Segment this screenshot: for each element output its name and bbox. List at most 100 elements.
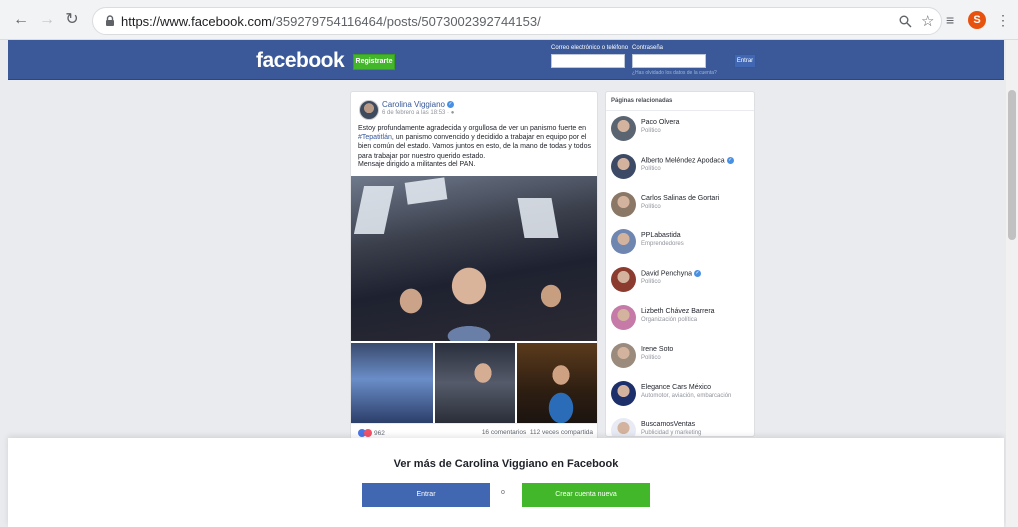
author-avatar[interactable] <box>359 100 379 120</box>
zoom-icon[interactable] <box>899 15 912 28</box>
related-page-avatar[interactable] <box>611 342 636 368</box>
register-button[interactable]: Registrarte <box>353 54 395 70</box>
related-page-name-text[interactable]: Lizbeth Chávez Barrera <box>641 308 715 315</box>
shares-count[interactable]: 112 veces compartida <box>530 429 593 436</box>
related-pages-title: Páginas relacionadas <box>611 98 673 104</box>
related-page-name[interactable]: Elegance Cars México <box>641 384 711 391</box>
reload-icon[interactable]: ↻ <box>63 11 81 29</box>
related-page-category: Político <box>641 165 661 172</box>
related-page-avatar[interactable] <box>611 191 636 217</box>
related-page-name[interactable]: Lizbeth Chávez Barrera <box>641 308 715 315</box>
comments-count[interactable]: 16 comentarios <box>482 429 526 436</box>
related-page-name-text[interactable]: David Penchyna <box>641 271 692 278</box>
back-icon[interactable]: ← <box>12 11 30 29</box>
related-page-name[interactable]: Carlos Salinas de Gortari <box>641 195 719 202</box>
related-page-name-text[interactable]: Elegance Cars México <box>641 384 711 391</box>
related-page-name[interactable]: Paco Olvera <box>641 119 680 126</box>
related-page-item[interactable]: Irene Soto Político <box>611 342 751 373</box>
author-name[interactable]: Carolina Viggiano <box>382 100 445 109</box>
related-page-avatar[interactable] <box>611 267 636 293</box>
overlay-title: Ver más de Carolina Viggiano en Facebook <box>393 458 619 470</box>
email-field[interactable] <box>551 54 625 68</box>
related-page-name[interactable]: PPLabastida <box>641 232 681 239</box>
profile-avatar[interactable]: S <box>968 11 986 29</box>
star-icon[interactable]: ☆ <box>921 12 934 30</box>
related-page-name[interactable]: Irene Soto <box>641 346 673 353</box>
browser-toolbar: ← → ↻ https://www.facebook.com/359279754… <box>0 0 1018 40</box>
related-page-category: Automotor, aviación, embarcación <box>641 392 732 399</box>
related-page-item[interactable]: Lizbeth Chávez Barrera Organización polít… <box>611 305 751 335</box>
related-page-avatar[interactable] <box>611 305 636 330</box>
related-page-item[interactable]: Carlos Salinas de Gortari Político <box>611 191 751 222</box>
post-photo-3[interactable] <box>435 343 515 423</box>
reactions[interactable]: 962 <box>358 429 385 437</box>
address-bar[interactable]: https://www.facebook.com/359279754116464… <box>92 7 942 35</box>
verified-badge-icon: ✓ <box>693 270 701 278</box>
post-author[interactable]: Carolina Viggiano ✓ <box>382 100 455 109</box>
reactions-count: 962 <box>374 429 385 437</box>
related-page-item[interactable]: David Penchyna ✓ Político <box>611 267 751 297</box>
post-text-1: Estoy profundamente agradecida y orgullo… <box>358 125 587 132</box>
photo-flag-shape <box>353 186 395 234</box>
facebook-logo[interactable]: facebook <box>256 49 345 73</box>
related-page-avatar[interactable] <box>611 418 636 436</box>
related-page-item[interactable]: Paco Olvera Político <box>611 116 751 146</box>
facebook-header: facebook Registrarte Correo electrónico … <box>8 40 1004 80</box>
login-button[interactable]: Entrar <box>734 54 756 68</box>
related-page-name[interactable]: BuscamosVentas <box>641 421 695 428</box>
related-page-category: Publicidad y marketing <box>641 430 702 437</box>
love-reaction-icon <box>364 429 372 437</box>
related-page-item[interactable]: BuscamosVentas Publicidad y marketing <box>611 418 751 437</box>
related-page-item[interactable]: PPLabastida Emprendedores <box>611 229 751 259</box>
post-body: Estoy profundamente agradecida y orgullo… <box>358 124 593 161</box>
related-page-category: Organización política <box>641 317 698 323</box>
lock-icon <box>106 15 114 26</box>
related-pages-panel: Páginas relacionadas Paco Olvera Político… <box>605 91 755 437</box>
more-menu-icon[interactable]: ⋮ <box>996 12 1010 28</box>
email-label: Correo electrónico o teléfono <box>551 45 629 51</box>
overlay-login-button[interactable]: Entrar <box>362 483 490 507</box>
related-page-avatar[interactable] <box>611 380 636 406</box>
create-account-button[interactable]: Crear cuenta nueva <box>522 483 650 507</box>
overlay-or-text: o <box>501 489 505 496</box>
related-page-category: Emprendedores <box>641 241 684 248</box>
related-page-category: Político <box>641 128 661 134</box>
related-page-avatar[interactable] <box>611 116 636 141</box>
photo-flag-shape <box>517 198 559 238</box>
related-page-name[interactable]: Alberto Meléndez Apodaca ✓ <box>641 156 734 164</box>
post-photo-2[interactable] <box>351 343 433 423</box>
url-path: /359279754116464/posts/5073002392744153/ <box>272 14 541 29</box>
related-page-name-text[interactable]: Alberto Meléndez Apodaca <box>641 157 725 164</box>
related-page-name-text[interactable]: Paco Olvera <box>641 119 680 126</box>
related-page-avatar[interactable] <box>611 229 636 255</box>
verified-badge-icon: ✓ <box>447 101 455 109</box>
media-playlist-icon[interactable]: ≡ <box>946 12 954 28</box>
password-label: Contraseña <box>632 45 664 51</box>
related-page-name-text[interactable]: PPLabastida <box>641 232 681 239</box>
related-page-name[interactable]: David Penchyna ✓ <box>641 270 701 278</box>
related-page-category: Político <box>641 354 661 361</box>
related-page-category: Político <box>641 279 661 286</box>
forward-icon[interactable]: → <box>38 11 56 29</box>
related-page-name-text[interactable]: BuscamosVentas <box>641 421 695 428</box>
related-page-item[interactable]: Alberto Meléndez Apodaca ✓ Político <box>611 153 751 184</box>
divider <box>606 110 754 111</box>
verified-badge-icon: ✓ <box>726 156 734 164</box>
post-photo-4[interactable] <box>517 343 597 423</box>
related-page-name-text[interactable]: Carlos Salinas de Gortari <box>641 195 719 202</box>
globe-icon: ● <box>450 110 455 116</box>
related-page-avatar[interactable] <box>611 153 636 179</box>
related-page-category: Político <box>641 203 661 210</box>
scrollbar-thumb[interactable] <box>1008 90 1016 240</box>
forgot-account-link[interactable]: ¿Has olvidado los datos de la cuenta? <box>632 70 717 76</box>
post-photo-main[interactable] <box>351 176 597 341</box>
related-page-name-text[interactable]: Irene Soto <box>641 346 673 353</box>
browser-window: ← → ↻ https://www.facebook.com/359279754… <box>0 0 1018 527</box>
url-text: https://www.facebook.com/359279754116464… <box>121 14 541 29</box>
hashtag-link[interactable]: #Tepatitlán <box>358 134 392 141</box>
password-field[interactable] <box>632 54 706 68</box>
related-page-item[interactable]: Elegance Cars México Automotor, aviación,… <box>611 380 751 411</box>
post-timestamp[interactable]: 6 de febrero a las 18:53 · ● <box>382 110 454 116</box>
timestamp-text[interactable]: 6 de febrero a las 18:53 · <box>382 110 451 116</box>
photo-flag-shape <box>404 177 448 205</box>
